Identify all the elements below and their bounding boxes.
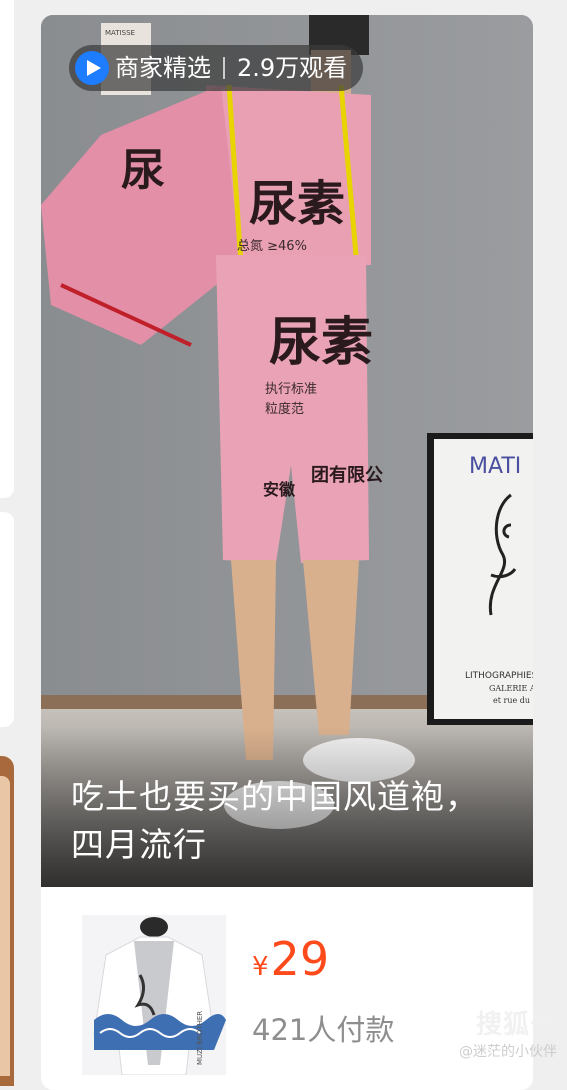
view-count: 2.9万观看: [237, 54, 348, 82]
currency-symbol: ¥: [252, 952, 269, 982]
fabric-line-3: 粒度范: [265, 401, 304, 417]
video-caption[interactable]: 吃土也要买的中国风道袍，四月流行: [71, 773, 511, 869]
sohu-watermark: 搜狐号 @迷茫的小伙伴: [437, 1004, 557, 1064]
product-thumbnail[interactable]: MUZI BROTHER: [82, 915, 226, 1075]
poster-title: MATI: [469, 454, 521, 479]
fabric-line-1: 总氮 ≥46%: [237, 239, 307, 254]
feed-card[interactable]: MATI LITHOGRAPHIES GALERIE AI et rue du …: [41, 15, 533, 1090]
fabric-big-3: 尿素: [269, 313, 373, 373]
badge-label: 商家精选: [115, 54, 211, 82]
fabric-company-1: 安徽: [263, 480, 296, 499]
poster-sub2: GALERIE AI: [489, 684, 533, 693]
adjacent-card-bottom[interactable]: [0, 756, 14, 1086]
poster-sub1: LITHOGRAPHIES: [465, 671, 533, 681]
matisse-poster: MATI LITHOGRAPHIES GALERIE AI et rue du: [427, 433, 533, 725]
adjacent-card-middle[interactable]: [0, 512, 14, 727]
paid-count: 421人付款: [252, 1013, 395, 1047]
product-image: MUZI BROTHER: [82, 915, 226, 1075]
price-value: 29: [270, 932, 330, 986]
watermark-line2: @迷茫的小伙伴: [459, 1044, 557, 1060]
adjacent-card-top[interactable]: [0, 0, 14, 498]
video-cover[interactable]: MATI LITHOGRAPHIES GALERIE AI et rue du …: [41, 15, 533, 887]
merchant-pick-badge: 商家精选 2.9万观看: [69, 45, 364, 91]
poster-sub3: et rue du: [493, 696, 530, 705]
fabric-line-2: 执行标准: [265, 382, 317, 397]
fabric-big-1: 尿素: [249, 176, 345, 232]
fabric-big-2: 尿: [121, 145, 165, 196]
wall-tag: MATISSE: [105, 29, 135, 37]
fabric-company-2: 团有限公: [311, 464, 383, 486]
badge-divider: [223, 57, 225, 79]
watermark-line1: 搜狐号: [475, 1010, 557, 1040]
play-circle-icon: [75, 51, 109, 85]
thumb-label: MUZI BROTHER: [196, 1011, 204, 1065]
product-price: ¥ 29: [252, 932, 329, 986]
